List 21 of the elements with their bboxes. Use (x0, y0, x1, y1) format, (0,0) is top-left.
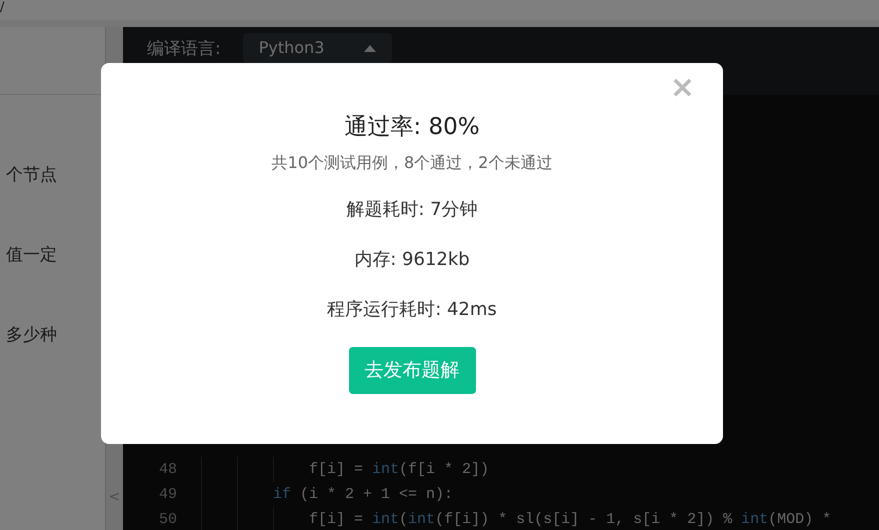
test-summary: 共10个测试用例，8个通过，2个未通过 (272, 152, 552, 174)
language-label: 编译语言: (147, 38, 221, 61)
stat-text: 程序运行耗时: 42ms (327, 298, 497, 322)
code-line: if (i * 2 + 1 <= n): (273, 485, 454, 505)
line-number: 49 (158, 485, 177, 505)
language-select[interactable]: Python3 (242, 33, 392, 63)
collapse-arrow[interactable]: < (108, 487, 120, 508)
close-button[interactable]: × (670, 73, 695, 103)
caret-icon (364, 44, 376, 52)
line-number: 50 (158, 510, 177, 530)
code-line: f[i] = int(int(f[i]) * sl(s[i] - 1, s[i * 2]) % int(MOD) * (309, 510, 832, 530)
pass-rate-title: 通过率: 80% (344, 113, 480, 142)
stat-text: 内存: 9612kb (354, 248, 470, 272)
problem-text: 个节点 (6, 164, 57, 187)
address-text: / (0, 0, 4, 15)
stat-text: 解题耗时: 7分钟 (346, 198, 478, 222)
code-line: f[i] = int(f[i * 2]) (309, 460, 490, 480)
publish-solution-button[interactable]: 去发布题解 (348, 347, 476, 394)
problem-text: 值一定 (6, 244, 57, 267)
line-number: 48 (158, 460, 177, 480)
problem-text: 多少种 (6, 324, 57, 347)
